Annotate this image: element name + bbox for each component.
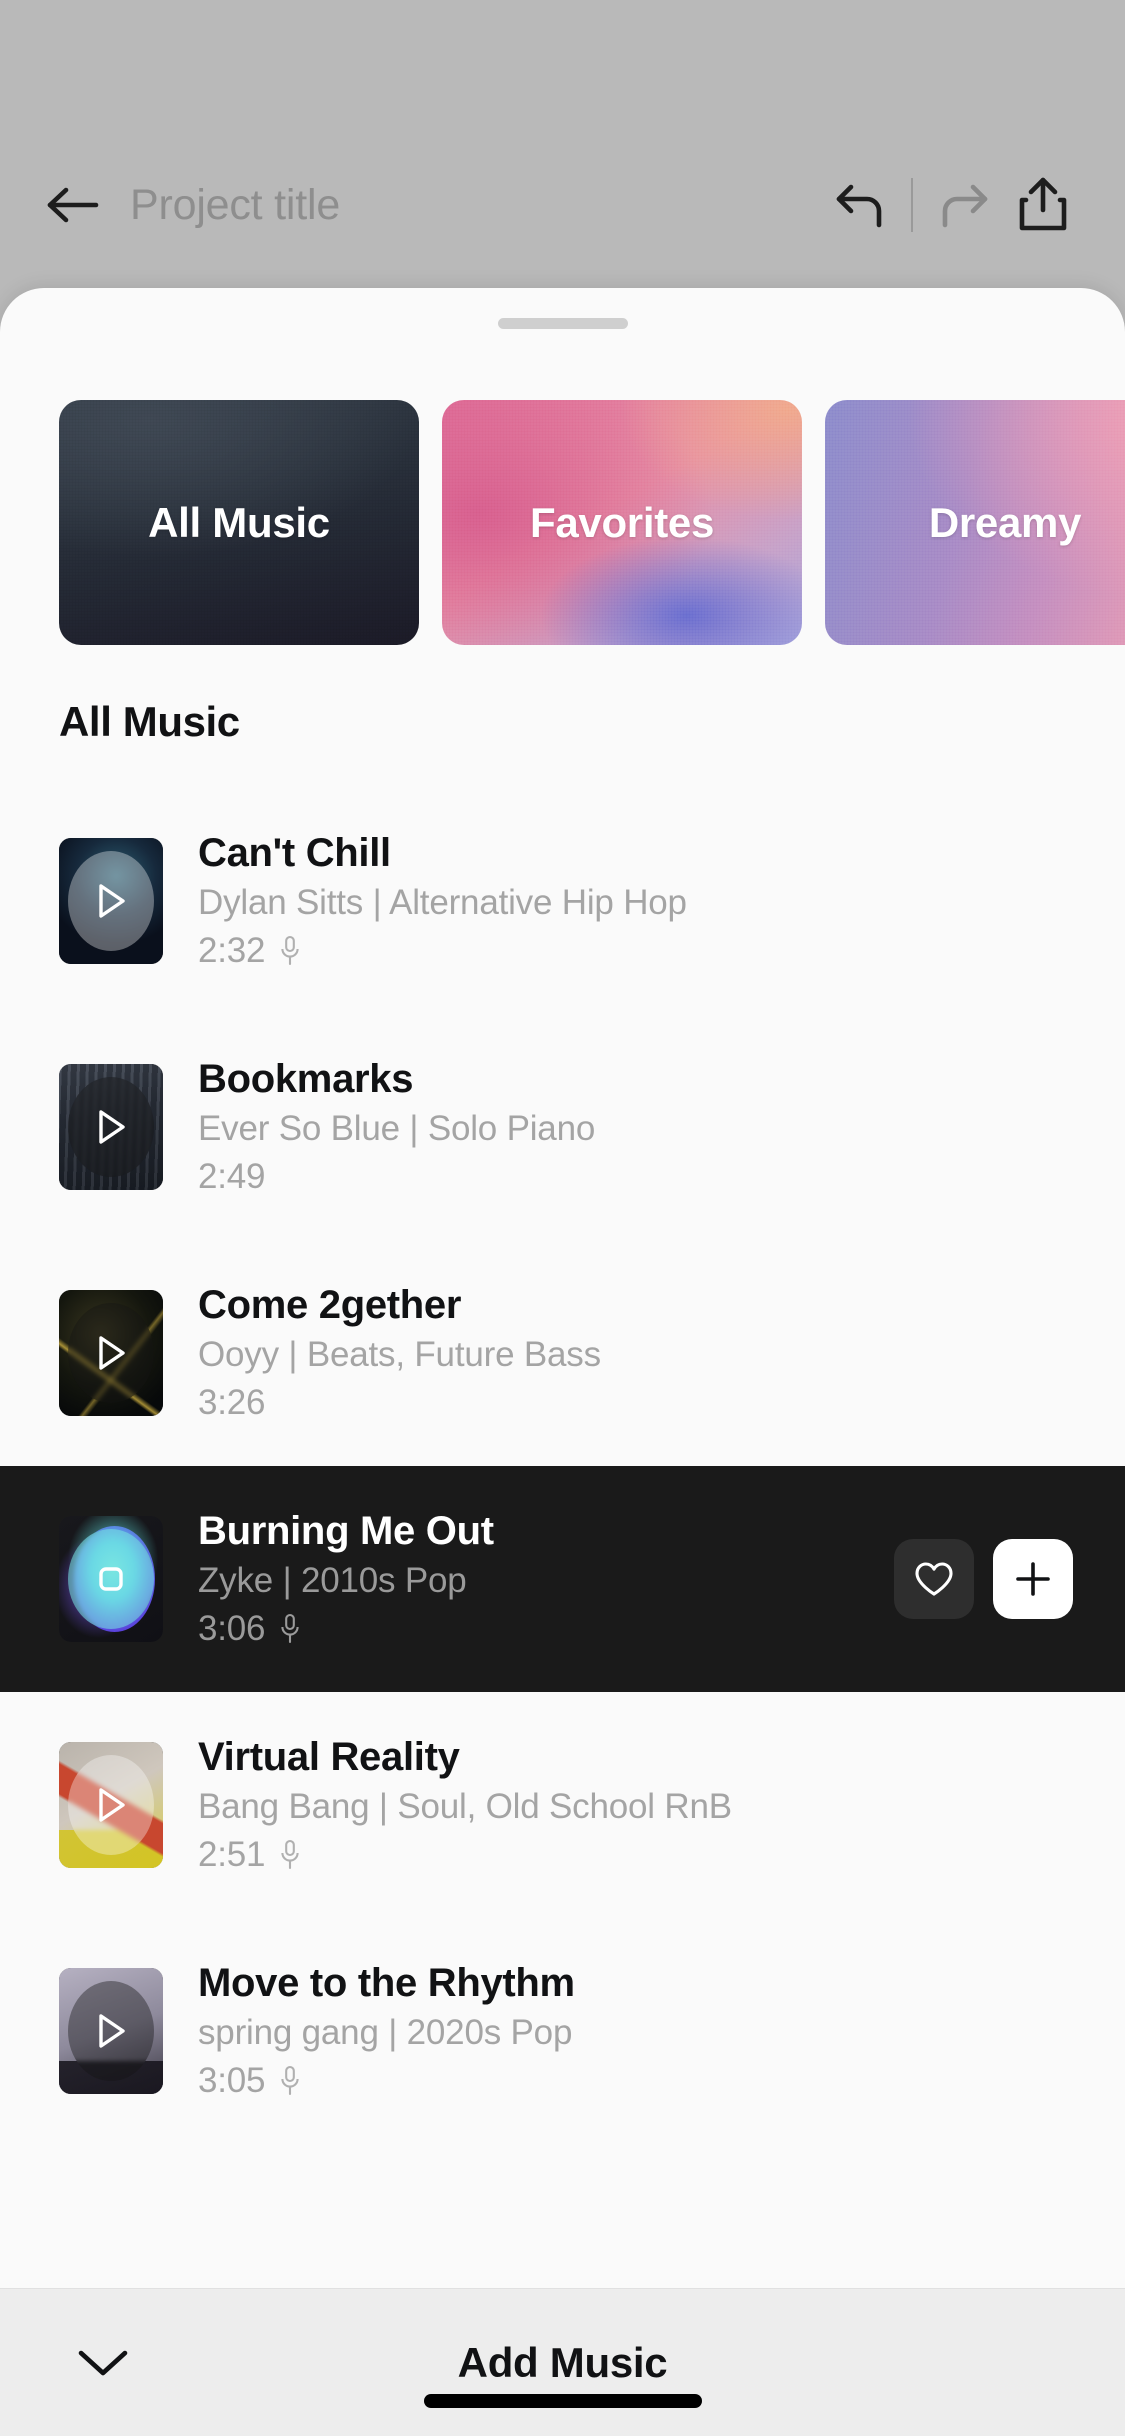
play-icon (99, 1110, 125, 1144)
track-title: Burning Me Out (198, 1508, 494, 1553)
project-title[interactable]: Project title (130, 181, 340, 230)
track-meta: Virtual Reality Bang Bang | Soul, Old Sc… (198, 1735, 1073, 1876)
track-subtitle: Zyke | 2010s Pop (198, 1561, 467, 1601)
play-button[interactable] (68, 1303, 154, 1403)
editor-topbar: Project title (0, 150, 1125, 260)
track-list[interactable]: Can't Chill Dylan Sitts | Alternative Hi… (0, 788, 1125, 2288)
play-icon (99, 1788, 125, 1822)
microphone-icon (281, 1614, 299, 1644)
track-artwork[interactable] (59, 838, 163, 964)
category-label: Favorites (529, 498, 715, 546)
add-track-button[interactable] (993, 1539, 1073, 1619)
track-subtitle: Ever So Blue | Solo Piano (198, 1109, 596, 1149)
track-meta: Can't Chill Dylan Sitts | Alternative Hi… (198, 831, 1073, 972)
undo-button[interactable] (821, 170, 901, 240)
microphone-icon (281, 936, 299, 966)
microphone-icon (281, 2066, 299, 2096)
track-row[interactable]: Come 2gether Ooyy | Beats, Future Bass 3… (0, 1240, 1125, 1466)
track-duration: 3:05 (198, 2061, 266, 2101)
undo-icon (836, 184, 882, 228)
track-duration-row: 2:49 (198, 1157, 1073, 1197)
chevron-down-icon (78, 2350, 128, 2375)
home-indicator (423, 2394, 702, 2408)
track-duration-row: 2:32 (198, 931, 1073, 971)
redo-icon (942, 184, 988, 228)
share-button[interactable] (1003, 170, 1083, 240)
sheet-drag-handle[interactable] (497, 318, 628, 329)
track-duration: 3:26 (198, 1383, 266, 1423)
track-subtitle: Bang Bang | Soul, Old School RnB (198, 1787, 732, 1827)
toolbar-divider (911, 178, 913, 232)
play-icon (99, 884, 125, 918)
share-upload-icon (1019, 177, 1067, 231)
track-title: Come 2gether (198, 1282, 462, 1327)
track-row[interactable]: Virtual Reality Bang Bang | Soul, Old Sc… (0, 1692, 1125, 1918)
play-button[interactable] (68, 851, 154, 951)
track-title: Virtual Reality (198, 1734, 460, 1779)
track-row-selected[interactable]: Burning Me Out Zyke | 2010s Pop 3:06 (0, 1466, 1125, 1692)
track-meta: Bookmarks Ever So Blue | Solo Piano 2:49 (198, 1057, 1073, 1198)
play-icon (99, 1336, 125, 1370)
editor-actions (821, 170, 1083, 240)
favorite-button[interactable] (894, 1539, 974, 1619)
track-subtitle: Ooyy | Beats, Future Bass (198, 1335, 601, 1375)
track-artwork[interactable] (59, 1516, 163, 1642)
music-picker-sheet: All Music Favorites Dreamy All Music Can… (0, 288, 1125, 2436)
category-card-dreamy[interactable]: Dreamy (825, 400, 1125, 645)
track-title: Bookmarks (198, 1056, 414, 1101)
category-label: Dreamy (928, 498, 1082, 546)
collapse-sheet-button[interactable] (68, 2328, 138, 2398)
track-row[interactable]: Bookmarks Ever So Blue | Solo Piano 2:49 (0, 1014, 1125, 1240)
stop-square-icon (99, 1567, 123, 1591)
track-meta: Come 2gether Ooyy | Beats, Future Bass 3… (198, 1283, 1073, 1424)
play-button[interactable] (68, 1755, 154, 1855)
track-duration-row: 3:06 (198, 1609, 876, 1649)
track-duration: 2:49 (198, 1157, 266, 1197)
track-artwork[interactable] (59, 1064, 163, 1190)
plus-icon (1016, 1562, 1050, 1596)
track-artwork[interactable] (59, 1968, 163, 2094)
app-screen: Project title All Music Favorites Dreamy… (0, 0, 1125, 2436)
track-duration-row: 3:05 (198, 2061, 1073, 2101)
category-carousel[interactable]: All Music Favorites Dreamy (0, 400, 1125, 650)
redo-button[interactable] (923, 170, 1003, 240)
category-label: All Music (148, 498, 330, 546)
track-title: Can't Chill (198, 830, 391, 875)
track-actions (894, 1539, 1073, 1619)
bottom-bar-title: Add Music (457, 2338, 668, 2386)
track-artwork[interactable] (59, 1290, 163, 1416)
track-meta: Move to the Rhythm spring gang | 2020s P… (198, 1961, 1073, 2102)
track-title: Move to the Rhythm (198, 1960, 575, 2005)
track-artwork[interactable] (59, 1742, 163, 1868)
play-button[interactable] (68, 1981, 154, 2081)
track-subtitle: spring gang | 2020s Pop (198, 2013, 573, 2053)
track-duration: 2:32 (198, 931, 266, 971)
track-row[interactable]: Can't Chill Dylan Sitts | Alternative Hi… (0, 788, 1125, 1014)
back-button[interactable] (42, 174, 104, 236)
play-icon (99, 2014, 125, 2048)
track-meta: Burning Me Out Zyke | 2010s Pop 3:06 (198, 1509, 876, 1650)
track-row[interactable]: Move to the Rhythm spring gang | 2020s P… (0, 1918, 1125, 2144)
microphone-icon (281, 1840, 299, 1870)
sheet-bottom-bar: Add Music (0, 2288, 1125, 2436)
track-duration: 3:06 (198, 1609, 266, 1649)
section-title: All Music (59, 698, 240, 745)
track-duration-row: 3:26 (198, 1383, 1073, 1423)
category-card-all-music[interactable]: All Music (59, 400, 419, 645)
heart-icon (915, 1562, 953, 1596)
track-duration-row: 2:51 (198, 1835, 1073, 1875)
track-duration: 2:51 (198, 1835, 266, 1875)
stop-button[interactable] (68, 1529, 154, 1629)
category-card-favorites[interactable]: Favorites (442, 400, 802, 645)
track-subtitle: Dylan Sitts | Alternative Hip Hop (198, 883, 687, 923)
arrow-left-icon (47, 187, 99, 223)
play-button[interactable] (68, 1077, 154, 1177)
